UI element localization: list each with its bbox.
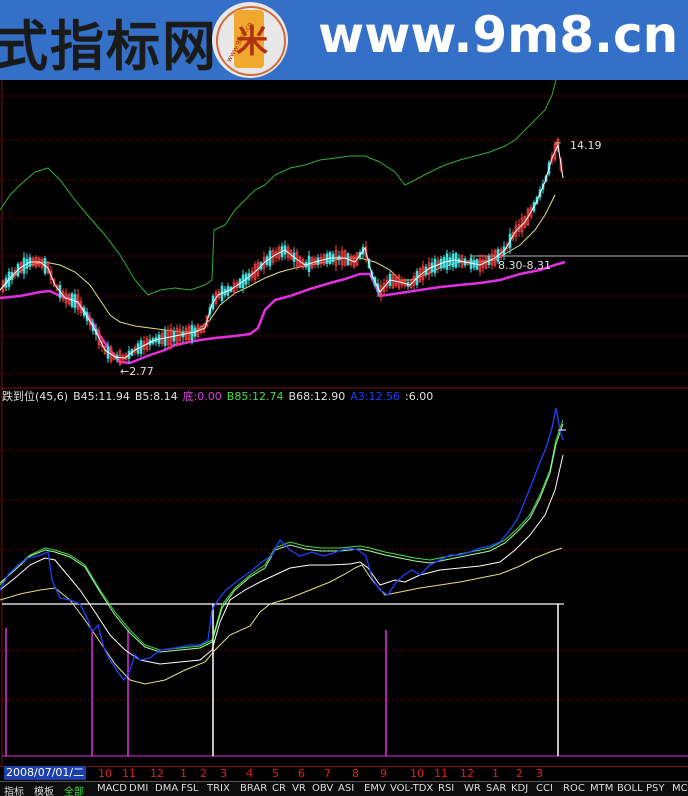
time-tick: 1 (180, 767, 187, 780)
lower-green-line (0, 419, 564, 651)
tab-obv[interactable]: OBV (312, 783, 333, 794)
tab-dmi[interactable]: DMI (129, 783, 148, 794)
indicator-item: A3:12.56 (350, 390, 401, 403)
cursor-date: 2008/07/01/二 (4, 766, 87, 780)
indicator-item: :6.00 (405, 390, 434, 403)
tab-rsi[interactable]: RSI (438, 783, 454, 794)
chart-area[interactable]: ⌐ 14.19 ←2.77 8.30-8.31 (0, 79, 688, 766)
time-tick: 9 (380, 767, 387, 780)
banner-title: 式指标网 (0, 15, 218, 78)
tab-boll[interactable]: BOLL (617, 783, 643, 794)
tab-cci[interactable]: CCI (536, 783, 553, 794)
tab-mc[interactable]: MC (672, 783, 688, 794)
tab-wr[interactable]: WR (464, 783, 481, 794)
high-marker-arrow: ⌐ (555, 139, 562, 148)
tab-vr[interactable]: VR (292, 783, 306, 794)
indicator-item: B45:11.94 (73, 390, 130, 403)
tab-kdj[interactable]: KDJ (511, 783, 528, 794)
tab-trix[interactable]: TRIX (207, 783, 230, 794)
tab-sar[interactable]: SAR (486, 783, 506, 794)
indicator-tabbar: 指标 模板 全部 MACD DMI DMA FSL TRIX BRAR CR V… (0, 781, 688, 796)
site-banner: 式指标网 米 www.9m8.cn www.9m8.cn (0, 0, 688, 80)
tab-emv[interactable]: EMV (364, 783, 386, 794)
tab-dma[interactable]: DMA (155, 783, 178, 794)
lower-blue-line (0, 407, 564, 682)
time-tick: 11 (434, 767, 448, 780)
mid-price-label: 8.30-8.31 (498, 259, 551, 272)
tab-template[interactable]: 模板 (34, 783, 54, 796)
time-tick: 3 (536, 767, 543, 780)
tab-psy[interactable]: PSY (646, 783, 665, 794)
high-price-label: 14.19 (570, 139, 602, 152)
close-price-line (0, 143, 564, 359)
low-price-label: ←2.77 (120, 365, 154, 378)
time-tick: 6 (298, 767, 305, 780)
time-tick: 3 (220, 767, 227, 780)
tab-roc[interactable]: ROC (563, 783, 585, 794)
banner-url[interactable]: www.9m8.cn (318, 6, 678, 64)
time-tick: 10 (410, 767, 424, 780)
tab-brar[interactable]: BRAR (240, 783, 267, 794)
time-tick: 2 (200, 767, 207, 780)
tab-cr[interactable]: CR (272, 783, 286, 794)
indicator-item: B85:12.74 (226, 390, 284, 403)
lower-lightgreen-line (0, 423, 564, 653)
site-logo: 米 www.9m8.cn (212, 2, 288, 78)
time-tick: 12 (460, 767, 474, 780)
time-axis: 10 11 12 1 2 3 4 5 6 7 8 9 10 11 12 1 2 … (0, 766, 688, 781)
time-tick: 7 (324, 767, 331, 780)
upper-grid (0, 95, 688, 375)
price-charts-svg: ⌐ 14.19 ←2.77 8.30-8.31 (0, 79, 688, 766)
tab-fsl[interactable]: FSL (181, 783, 199, 794)
lower-yellow-line (0, 547, 563, 685)
time-tick: 5 (272, 767, 279, 780)
time-tick: 10 (98, 767, 112, 780)
time-tick: 2 (516, 767, 523, 780)
tab-mtm[interactable]: MTM (590, 783, 613, 794)
bottom-signal-spikes (5, 628, 387, 756)
green-upper-band (0, 79, 557, 296)
lower-white-line (0, 454, 564, 665)
time-tick: 11 (122, 767, 136, 780)
indicator-item: 底:0.00 (182, 390, 222, 403)
indicator-title: 跌到位(45,6) (2, 390, 69, 403)
time-tick: 12 (150, 767, 164, 780)
indicator-item: B5:8.14 (134, 390, 178, 403)
time-tick: 8 (352, 767, 359, 780)
indicator-item: B68:12.90 (288, 390, 346, 403)
tab-all[interactable]: 全部 (64, 783, 84, 796)
time-tick: 4 (246, 767, 253, 780)
tab-vol-tdx[interactable]: VOL-TDX (390, 783, 433, 794)
indicator-legend: 跌到位(45,6) B45:11.94 B5:8.14 底:0.00 B85:12.74… (2, 388, 438, 404)
tab-asi[interactable]: ASI (338, 783, 354, 794)
tab-macd[interactable]: MACD (97, 783, 127, 794)
time-tick: 1 (492, 767, 499, 780)
tab-indicator[interactable]: 指标 (4, 783, 24, 796)
